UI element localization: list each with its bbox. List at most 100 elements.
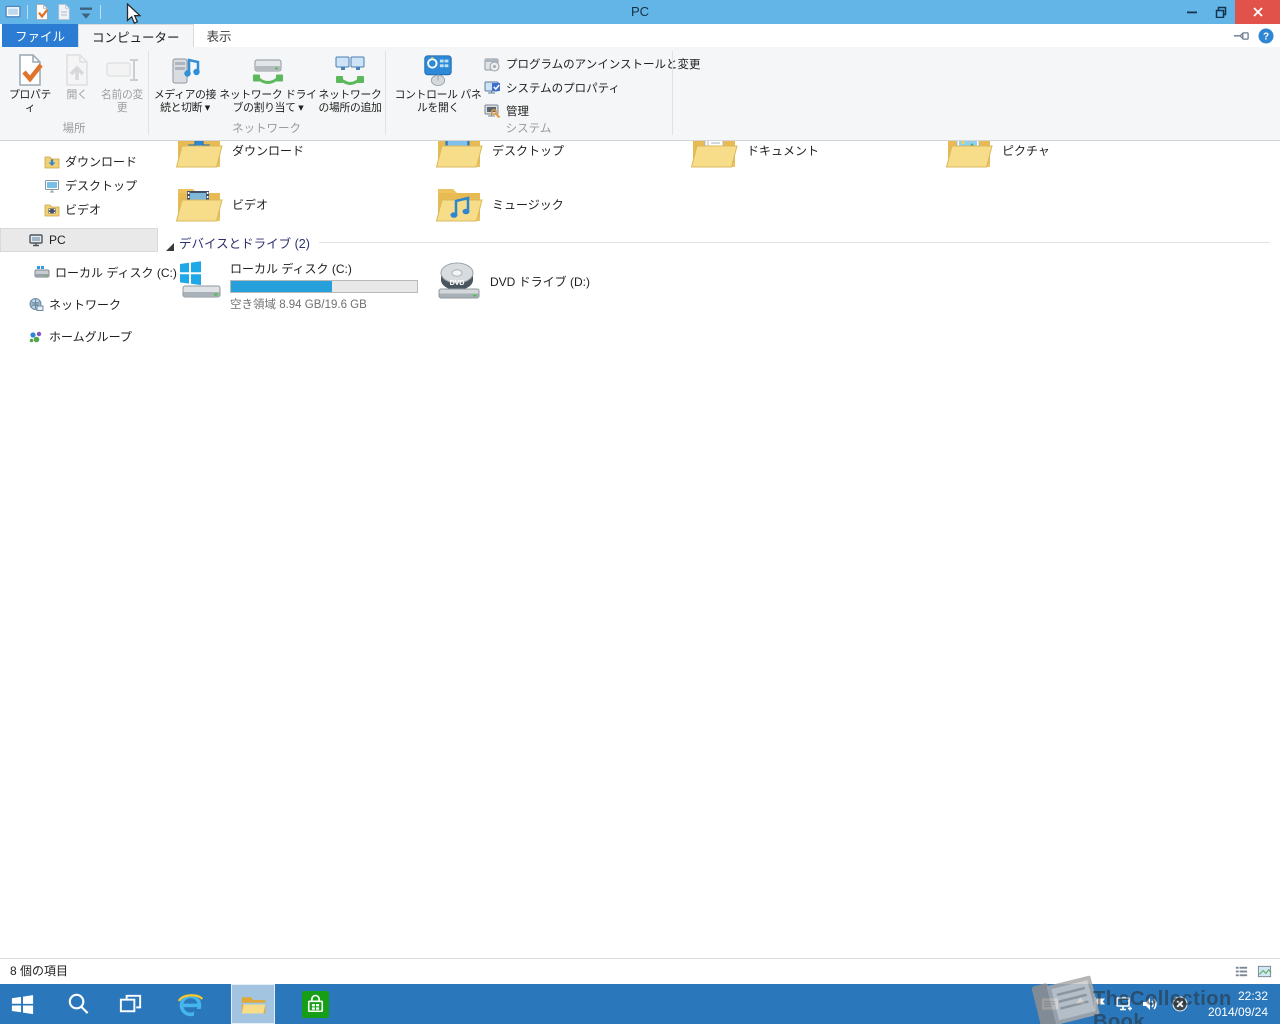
devices-section-header[interactable]: デバイスとドライブ (2) <box>166 234 1270 251</box>
tray-hidden-icons-icon[interactable] <box>1075 996 1086 1005</box>
ribbon-corner-buttons: ? <box>1233 28 1274 44</box>
tb-explorer-icon <box>240 991 267 1018</box>
tab-file[interactable]: ファイル <box>2 24 79 47</box>
tab-computer[interactable]: コンピューター <box>78 24 194 47</box>
tray-ime-icon[interactable] <box>1041 996 1059 1012</box>
taskbar-button-internet-explorer[interactable] <box>168 984 212 1024</box>
ribbon-button-open-control-panel[interactable]: コントロール パネルを開く <box>393 51 483 115</box>
capacity-bar <box>230 280 418 293</box>
ribbon-group-separator <box>672 51 673 135</box>
folder-tile-label: ドキュメント <box>747 143 820 158</box>
ribbon-group-system: コントロール パネルを開く プログラムのアンインストールと変更システムのプロパティ… <box>385 47 700 139</box>
ribbon-group-label-network: ネットワーク <box>232 123 301 135</box>
tb-taskview-icon <box>117 991 144 1018</box>
clock-time: 22:32 <box>1237 989 1268 1003</box>
pin-ribbon-icon[interactable] <box>1233 28 1249 44</box>
desktop-screen: PC ファイル コンピューター 表示 ? プロパティ 開く 名前の変更 場所 メディアの接続… <box>0 0 1280 1024</box>
ribbon-group-label-system: システム <box>505 123 552 135</box>
ribbon-button-map-network-drive[interactable]: ネットワーク ドライブの割り当て ▾ <box>219 51 317 115</box>
content-pane: デバイスとドライブ (2) ローカル ディスク (C:) 空き領域 8.94 G… <box>158 47 1280 958</box>
rb-mapdrive-icon <box>249 51 287 89</box>
ribbon-group-location: プロパティ 開く 名前の変更 場所 <box>0 47 148 139</box>
navigation-pane: ダウンロードデスクトップビデオ PC ローカル ディスク (C:) ネットワークホーム… <box>0 140 177 958</box>
sidebar-item-label: ネットワーク <box>49 298 122 312</box>
rb-sysprop-icon <box>484 80 501 97</box>
drive-tile-local-disk-c[interactable]: ローカル ディスク (C:) 空き領域 8.94 GB/19.6 GB <box>175 259 418 312</box>
sidebar-item-network[interactable]: ネットワーク <box>0 293 158 317</box>
ribbon-button-add-network-location[interactable]: ネットワークの場所の追加 <box>318 51 382 115</box>
close-button[interactable] <box>1235 0 1280 24</box>
sidebar-item-downloads[interactable]: ダウンロード <box>0 150 158 174</box>
ribbon-button-label: 名前の変更 <box>101 89 143 114</box>
ribbon-button-label: ネットワークの場所の追加 <box>318 89 382 114</box>
tray-status-x-icon[interactable] <box>1171 996 1189 1012</box>
devices-section-label: デバイスとドライブ (2) <box>179 236 310 251</box>
sb-video-icon <box>44 202 60 218</box>
titlebar[interactable]: PC <box>0 0 1280 24</box>
rb-controlpanel-icon <box>419 51 457 89</box>
tb-search-icon <box>65 991 92 1018</box>
rb-rename-icon <box>103 51 141 89</box>
sidebar-item-label: PC <box>49 233 66 247</box>
svg-text:?: ? <box>1263 32 1269 43</box>
taskbar-button-file-explorer[interactable] <box>231 984 275 1024</box>
folder-tile-videos[interactable]: ビデオ <box>175 178 425 230</box>
tab-view[interactable]: 表示 <box>194 24 245 47</box>
ribbon-button-label: コントロール パネルを開く <box>394 89 482 114</box>
folder-tile-label: ビデオ <box>232 197 269 212</box>
sb-disk-icon <box>34 265 50 281</box>
drive-info: ローカル ディスク (C:) 空き領域 8.94 GB/19.6 GB <box>230 259 418 312</box>
drive-tile-dvd[interactable]: DVD DVD ドライブ (D:) <box>435 258 590 306</box>
sb-download-icon <box>44 154 60 170</box>
ribbon-button-open[interactable]: 開く <box>57 51 97 102</box>
ribbon-button-label: プロパティ <box>9 89 51 114</box>
collapse-triangle-icon[interactable] <box>166 238 174 251</box>
tb-start-icon <box>9 991 36 1018</box>
item-count: 8 個の項目 <box>10 964 69 978</box>
sidebar-item-pc[interactable]: PC <box>0 228 158 252</box>
taskbar-button-search[interactable] <box>56 984 100 1024</box>
taskbar-button-task-view[interactable] <box>108 984 152 1024</box>
clock-date: 2014/09/24 <box>1207 1005 1268 1019</box>
sb-homegroup-icon <box>28 329 44 345</box>
tray-network-icon[interactable] <box>1115 996 1133 1012</box>
tray-volume-icon[interactable] <box>1141 996 1159 1012</box>
tray-action-center-flag-icon[interactable] <box>1091 996 1109 1012</box>
help-icon[interactable]: ? <box>1258 28 1274 44</box>
minimize-button[interactable] <box>1177 0 1206 24</box>
folder-videos-icon <box>175 180 223 228</box>
ribbon-button-label: 開く <box>66 89 88 101</box>
taskbar: 22:32 2014/09/24 <box>0 984 1280 1024</box>
sidebar-item-homegroup[interactable]: ホームグループ <box>0 325 158 349</box>
tb-store-icon <box>301 990 329 1018</box>
drive-name: ローカル ディスク (C:) <box>230 262 352 276</box>
folder-tile-music[interactable]: ミュージック <box>435 178 685 230</box>
status-bar: 8 個の項目 <box>0 958 1280 985</box>
restore-button[interactable] <box>1206 0 1235 24</box>
ribbon-button-uninstall-programs[interactable]: プログラムのアンインストールと変更 <box>484 55 700 73</box>
sidebar-item-desktop[interactable]: デスクトップ <box>0 174 158 198</box>
folder-tile-label: ミュージック <box>492 197 564 212</box>
rb-open-icon <box>58 51 96 89</box>
sb-network-icon <box>28 297 44 313</box>
taskbar-clock[interactable]: 22:32 2014/09/24 <box>1208 988 1268 1020</box>
taskbar-button-start[interactable] <box>0 984 44 1024</box>
rb-addloc-icon <box>331 51 369 89</box>
folder-tile-label: ダウンロード <box>232 143 305 158</box>
taskbar-button-store[interactable] <box>293 984 337 1024</box>
ribbon-button-media-disconnect[interactable]: メディアの接続と切断 ▾ <box>153 51 217 115</box>
ribbon-button-system-properties[interactable]: システムのプロパティ <box>484 79 620 97</box>
ribbon-button-manage[interactable]: 管理 <box>484 102 529 120</box>
sidebar-item-label: ダウンロード <box>65 155 138 169</box>
details-view-icon[interactable] <box>1234 964 1249 979</box>
ribbon-button-properties[interactable]: プロパティ <box>6 51 54 115</box>
sidebar-item-label: ビデオ <box>65 203 102 217</box>
ribbon-tab-bar: ファイル コンピューター 表示 ? <box>0 24 1280 47</box>
folder-tile-label: ピクチャ <box>1002 143 1050 158</box>
sidebar-item-videos[interactable]: ビデオ <box>0 198 158 222</box>
ribbon-button-rename[interactable]: 名前の変更 <box>99 51 145 115</box>
rb-uninstall-icon <box>484 56 501 73</box>
ribbon-button-label: システムのプロパティ <box>506 83 620 95</box>
sidebar-item-local-disk-c[interactable]: ローカル ディスク (C:) <box>0 261 177 285</box>
thumbnail-view-icon[interactable] <box>1257 964 1272 979</box>
